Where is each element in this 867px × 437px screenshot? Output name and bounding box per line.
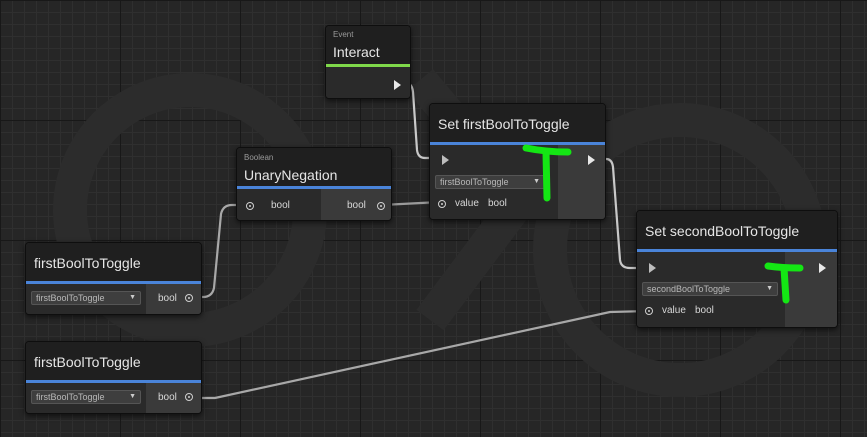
flow-output-port[interactable] [819, 263, 826, 273]
node-title: firstBoolToToggle [34, 255, 141, 271]
node-title: Interact [333, 44, 380, 60]
node-title: UnaryNegation [244, 167, 338, 183]
dropdown-value: firstBoolToToggle [36, 293, 105, 303]
value-input-port[interactable] [645, 307, 653, 315]
output-type-label: bool [347, 200, 366, 211]
node-category: Boolean [244, 153, 274, 162]
flow-output-port[interactable] [394, 80, 401, 90]
chevron-down-icon: ▼ [129, 294, 136, 301]
node-title: Set firstBoolToToggle [438, 116, 570, 132]
node-category: Event [333, 30, 354, 39]
variable-first-bool-node-b[interactable]: firstBoolToToggle firstBoolToToggle ▼ bo… [25, 341, 202, 414]
dropdown-value: firstBoolToToggle [36, 392, 105, 402]
dropdown-value: secondBoolToToggle [647, 284, 731, 294]
value-type-label: bool [695, 305, 714, 316]
chevron-down-icon: ▼ [129, 393, 136, 400]
variable-dropdown[interactable]: firstBoolToToggle ▼ [435, 175, 545, 189]
value-label: value [455, 198, 479, 209]
variable-first-bool-node-a[interactable]: firstBoolToToggle firstBoolToToggle ▼ bo… [25, 242, 202, 315]
variable-dropdown[interactable]: secondBoolToToggle ▼ [642, 282, 778, 296]
bool-output-port[interactable] [377, 202, 385, 210]
bool-output-port[interactable] [185, 294, 193, 302]
node-title: Set secondBoolToToggle [645, 223, 800, 239]
set-second-bool-node[interactable]: Set secondBoolToToggle secondBoolToToggl… [636, 210, 838, 328]
flow-input-port[interactable] [442, 155, 449, 165]
flow-output-port[interactable] [588, 155, 595, 165]
value-label: value [662, 305, 686, 316]
variable-dropdown[interactable]: firstBoolToToggle ▼ [31, 390, 141, 404]
output-type-label: bool [158, 293, 177, 304]
unary-negation-node[interactable]: Boolean UnaryNegation bool bool [236, 147, 392, 221]
input-type-label: bool [271, 200, 290, 211]
node-title: firstBoolToToggle [34, 354, 141, 370]
event-interact-node[interactable]: Event Interact [325, 25, 411, 99]
set-first-bool-node[interactable]: Set firstBoolToToggle firstBoolToToggle … [429, 103, 606, 220]
output-type-label: bool [158, 392, 177, 403]
bool-output-port[interactable] [185, 393, 193, 401]
flow-input-port[interactable] [649, 263, 656, 273]
value-input-port[interactable] [438, 200, 446, 208]
chevron-down-icon: ▼ [533, 178, 540, 185]
dropdown-value: firstBoolToToggle [440, 177, 509, 187]
bool-input-port[interactable] [246, 202, 254, 210]
value-type-label: bool [488, 198, 507, 209]
chevron-down-icon: ▼ [766, 285, 773, 292]
variable-dropdown[interactable]: firstBoolToToggle ▼ [31, 291, 141, 305]
wire-var-first-b-to-set-second-value [193, 309, 649, 400]
